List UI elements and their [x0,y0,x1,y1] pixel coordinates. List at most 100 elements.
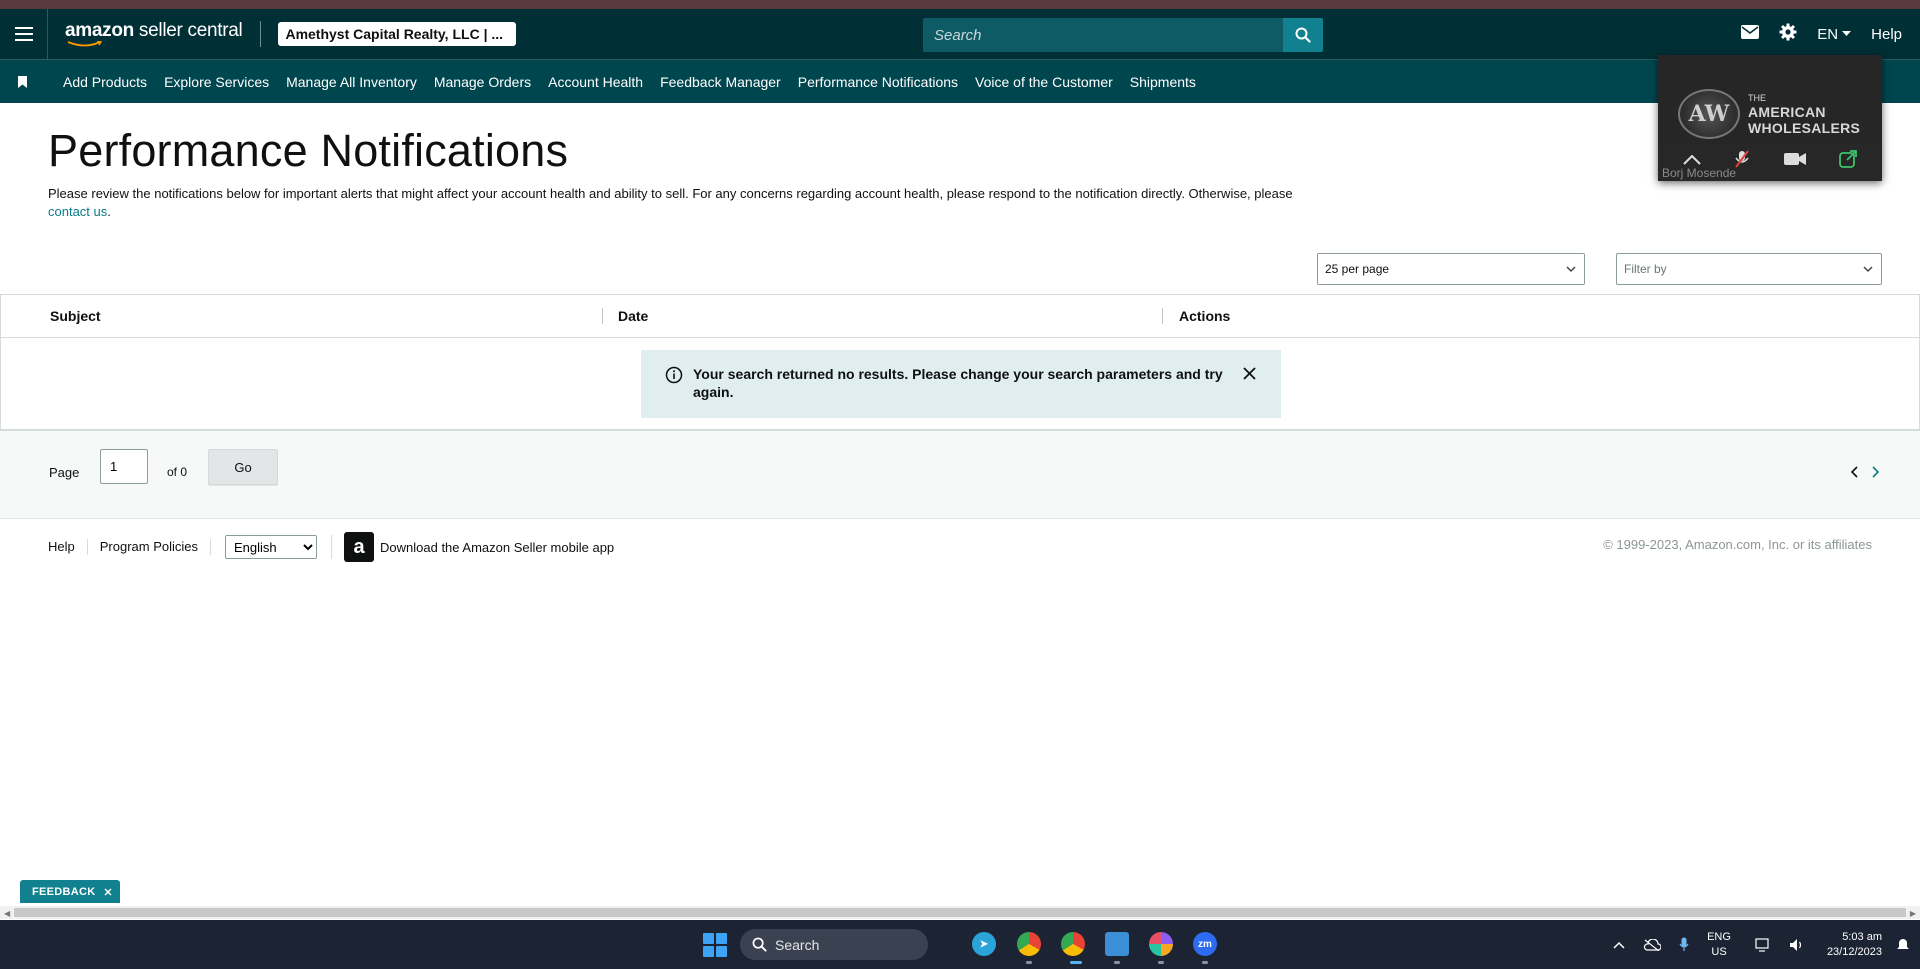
nav-item-voice-of-customer[interactable]: Voice of the Customer [975,74,1113,90]
onedrive-icon[interactable] [1643,938,1662,951]
go-button[interactable]: Go [208,449,278,485]
video-call-overlay[interactable]: AW THE AMERICAN WHOLESALERS Borj Mosende [1658,55,1882,181]
page-label: Page [49,465,80,480]
amazon-smile-icon [67,41,103,47]
top-header: amazon seller central Amethyst Capital R… [0,9,1920,59]
search-button[interactable] [1283,18,1323,52]
app-running-indicator [1114,961,1120,964]
nav-item-explore-services[interactable]: Explore Services [164,74,269,90]
amazon-app-icon: a [344,532,375,562]
page-of-label: of 0 [167,465,188,479]
camera-button[interactable] [1783,152,1806,171]
global-search [923,18,1323,52]
footer-help-link[interactable]: Help [36,539,88,555]
chrome-profile-icon[interactable] [1061,932,1085,956]
horizontal-scrollbar[interactable]: ◀ ▶ [0,906,1920,919]
search-icon [1295,27,1311,43]
language-selector[interactable]: EN [1817,26,1852,43]
share-button[interactable] [1839,149,1858,173]
search-icon [752,937,767,952]
account-switcher[interactable]: Amethyst Capital Realty, LLC | ... [278,22,517,46]
chevron-down-icon [1566,266,1576,273]
chevron-up-icon [1683,154,1701,165]
mute-button[interactable] [1734,149,1750,173]
nav-item-add-products[interactable]: Add Products [63,74,147,90]
scrollbar-thumb[interactable] [14,908,1906,917]
clock[interactable]: 5:03 am 23/12/2023 [1827,930,1882,960]
start-button[interactable] [703,933,727,957]
clock-time: 5:03 am [1842,930,1882,943]
zoom-icon[interactable]: zm [1193,932,1217,956]
notifications-icon[interactable] [1896,938,1910,952]
prev-page-button[interactable] [1850,465,1859,483]
description-text: Please review the notifications below fo… [48,186,1293,201]
page-description: Please review the notifications below fo… [48,185,1318,221]
app-icon[interactable] [1149,932,1173,956]
volume-icon[interactable] [1789,938,1805,952]
settings-button[interactable] [1779,23,1797,45]
per-page-select[interactable]: 25 per page [1317,253,1585,285]
feedback-tab[interactable]: FEEDBACK [20,880,120,903]
logo-text: seller central [133,20,243,41]
system-tray: ENG US 5:03 am 23/12/2023 [1613,920,1920,969]
browser-top-strip [0,0,1920,9]
bookmark-icon [17,75,27,88]
column-header-date[interactable]: Date [618,295,648,337]
os-taskbar: Search ➤ zm ENG US 5:03 am 23/12/2023 [0,920,1920,969]
app-running-indicator [1158,961,1164,964]
column-header-subject[interactable]: Subject [50,295,101,337]
bookmark-button[interactable] [0,75,46,88]
input-language[interactable]: ENG US [1707,930,1731,960]
column-separator [1162,308,1163,324]
page-number-input[interactable] [100,449,148,484]
next-page-button[interactable] [1871,465,1880,483]
nav-item-manage-orders[interactable]: Manage Orders [434,74,531,90]
copyright: © 1999-2023, Amazon.com, Inc. or its aff… [1603,537,1872,552]
tray-overflow-button[interactable] [1613,941,1625,949]
search-input[interactable] [923,18,1283,52]
table-header: Subject Date Actions [0,294,1920,338]
scroll-right-icon[interactable]: ▶ [1910,909,1916,918]
brand-emblem: AW [1678,89,1740,139]
nav-bar: Add Products Explore Services Manage All… [0,59,1920,103]
logo-text-bold: amazon [65,20,134,41]
seller-central-logo[interactable]: amazon seller central [65,20,243,47]
video-brand-logo: AW THE AMERICAN WHOLESALERS [1678,83,1868,145]
share-screen-icon [1839,149,1858,168]
mic-off-icon [1735,149,1750,168]
chevron-right-icon [1872,466,1880,478]
menu-button[interactable] [0,9,48,59]
taskbar-search[interactable]: Search [740,929,928,960]
mail-icon [1741,25,1760,39]
footer-program-policies-link[interactable]: Program Policies [88,539,212,555]
pager-arrows [1850,465,1880,483]
alert-close-button[interactable] [1243,367,1256,385]
clock-date: 23/12/2023 [1826,945,1882,958]
nav-item-account-health[interactable]: Account Health [548,74,643,90]
help-link[interactable]: Help [1871,26,1902,43]
scroll-left-icon[interactable]: ◀ [4,909,10,918]
participant-name: Borj Mosende [1662,166,1737,180]
brand-line-1: AMERICAN [1748,104,1826,120]
microphone-icon[interactable] [1679,937,1689,952]
contact-us-link[interactable]: contact us [48,204,107,219]
no-results-alert: Your search returned no results. Please … [641,350,1281,418]
telegram-icon[interactable]: ➤ [972,932,996,956]
notepad-icon[interactable] [1105,932,1129,956]
footer-language-select[interactable]: English [225,535,318,559]
network-icon[interactable] [1755,937,1771,952]
nav-item-feedback-manager[interactable]: Feedback Manager [660,74,781,90]
chrome-icon[interactable] [1017,932,1041,956]
nav-item-shipments[interactable]: Shipments [1130,74,1196,90]
app-download-link[interactable]: a Download the Amazon Seller mobile app [331,532,614,562]
app-active-indicator [1070,961,1082,964]
brand-text: THE AMERICAN WHOLESALERS [1748,92,1860,136]
nav-item-performance-notifications[interactable]: Performance Notifications [798,74,958,90]
close-icon [1243,367,1256,380]
nav-item-manage-inventory[interactable]: Manage All Inventory [286,74,417,90]
close-icon[interactable] [103,887,112,896]
filter-placeholder: Filter by [1624,262,1667,276]
filter-select[interactable]: Filter by [1616,253,1882,285]
pagination-bar: Page of 0 Go [0,431,1920,519]
mail-button[interactable] [1741,25,1760,43]
